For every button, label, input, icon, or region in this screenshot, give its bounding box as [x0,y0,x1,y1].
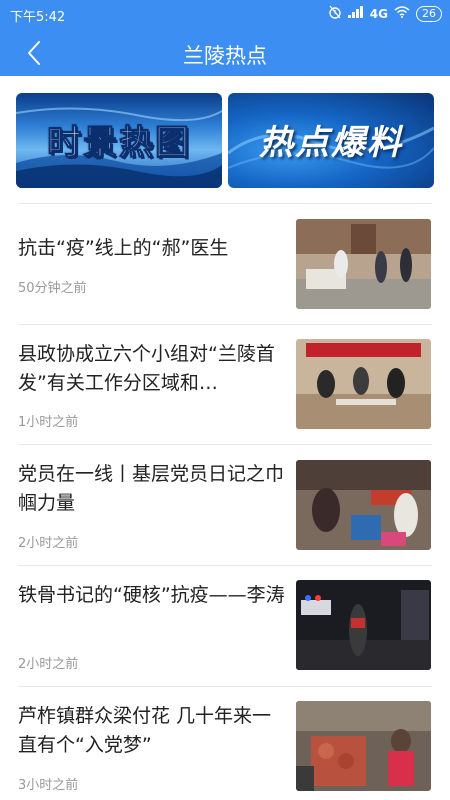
news-title: 芦柞镇群众梁付花 几十年来一直有个“入党梦” [18,705,272,756]
news-time: 3小时之前 [18,778,79,793]
status-time: 下午5:42 [10,10,66,25]
banner-label: 时景热图 [47,123,191,164]
banner-scenic-photos[interactable]: 时景热图 [16,93,222,188]
signal-icon [347,6,364,21]
news-item[interactable]: 抗击“疫”线上的“郝”医生 50分钟之前 [0,204,450,324]
banner-label: 热点爆料 [259,123,403,163]
news-item[interactable]: 党员在一线丨基层党员日记之巾帼力量 2小时之前 [0,445,450,565]
news-title: 铁骨书记的“硬核”抗疫——李涛 [18,584,285,606]
status-icons: 4G 26 [328,5,442,22]
news-item[interactable]: 县政协成立六个小组对“兰陵首发”有关工作分区域和… 1小时之前 [0,325,450,445]
news-item[interactable]: 铁骨书记的“硬核”抗疫——李涛 2小时之前 [0,566,450,686]
title-bar: 兰陵热点 [0,30,450,76]
news-thumbnail [296,219,431,309]
status-bar: 下午5:42 4G 26 [0,0,450,30]
alarm-icon [328,5,342,22]
news-time: 2小时之前 [18,657,79,672]
news-time: 2小时之前 [18,536,79,551]
news-thumbnail [296,460,431,550]
news-title: 县政协成立六个小组对“兰陵首发”有关工作分区域和… [18,343,275,394]
page-title: 兰陵热点 [183,44,267,68]
news-title: 抗击“疫”线上的“郝”医生 [18,237,229,259]
news-item[interactable]: 芦柞镇群众梁付花 几十年来一直有个“入党梦” 3小时之前 [0,687,450,800]
news-thumbnail [296,339,431,429]
news-time: 50分钟之前 [18,281,87,296]
news-time: 1小时之前 [18,415,79,430]
wifi-icon [394,6,410,21]
battery-indicator: 26 [416,5,442,22]
news-thumbnail [296,580,431,670]
news-thumbnail [296,701,431,791]
network-type: 4G [369,6,388,21]
news-title: 党员在一线丨基层党员日记之巾帼力量 [18,463,285,514]
banner-hot-news-tips[interactable]: 热点爆料 [228,93,434,188]
